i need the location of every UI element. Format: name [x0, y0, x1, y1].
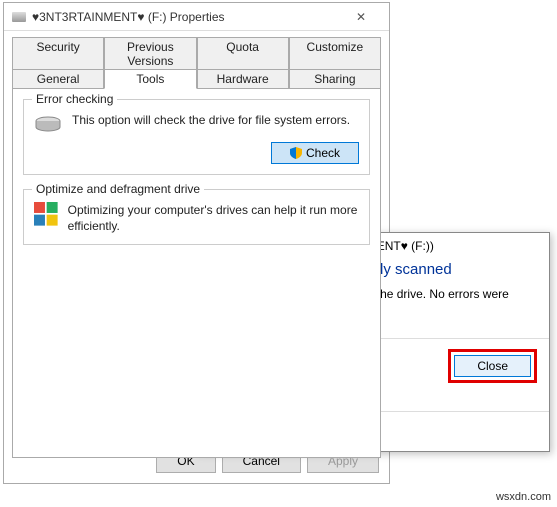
error-checking-group: Error checking This option will check th… — [23, 99, 370, 175]
tab-general[interactable]: General — [12, 69, 104, 89]
tab-container: Security Previous Versions Quota Customi… — [12, 37, 381, 458]
titlebar[interactable]: ♥3NT3RTAINMENT♥ (F:) Properties ✕ — [4, 3, 389, 31]
disk-icon — [34, 116, 62, 134]
close-highlight: Close — [448, 349, 537, 383]
error-checking-title: Error checking — [32, 92, 117, 106]
watermark: wsxdn.com — [496, 491, 551, 503]
close-icon[interactable]: ✕ — [341, 3, 381, 30]
tab-tools[interactable]: Tools — [104, 69, 196, 89]
defrag-title: Optimize and defragment drive — [32, 182, 204, 196]
tab-sharing[interactable]: Sharing — [289, 69, 381, 89]
tab-security[interactable]: Security — [12, 37, 104, 70]
properties-window: ♥3NT3RTAINMENT♥ (F:) Properties ✕ Securi… — [3, 2, 390, 484]
drive-icon — [12, 12, 26, 22]
error-checking-desc: This option will check the drive for fil… — [72, 112, 350, 128]
shield-icon — [290, 147, 302, 159]
close-button[interactable]: Close — [454, 355, 531, 377]
tab-previous-versions[interactable]: Previous Versions — [104, 37, 196, 70]
check-button-label: Check — [306, 146, 340, 160]
check-button[interactable]: Check — [271, 142, 359, 164]
defrag-desc: Optimizing your computer's drives can he… — [68, 202, 359, 234]
defrag-group: Optimize and defragment drive Optimizing… — [23, 189, 370, 245]
tab-customize[interactable]: Customize — [289, 37, 381, 70]
tab-quota[interactable]: Quota — [197, 37, 289, 70]
tab-content-tools: Error checking This option will check th… — [12, 88, 381, 458]
tab-hardware[interactable]: Hardware — [197, 69, 289, 89]
window-title: ♥3NT3RTAINMENT♥ (F:) Properties — [32, 10, 341, 24]
defrag-icon — [34, 202, 58, 230]
